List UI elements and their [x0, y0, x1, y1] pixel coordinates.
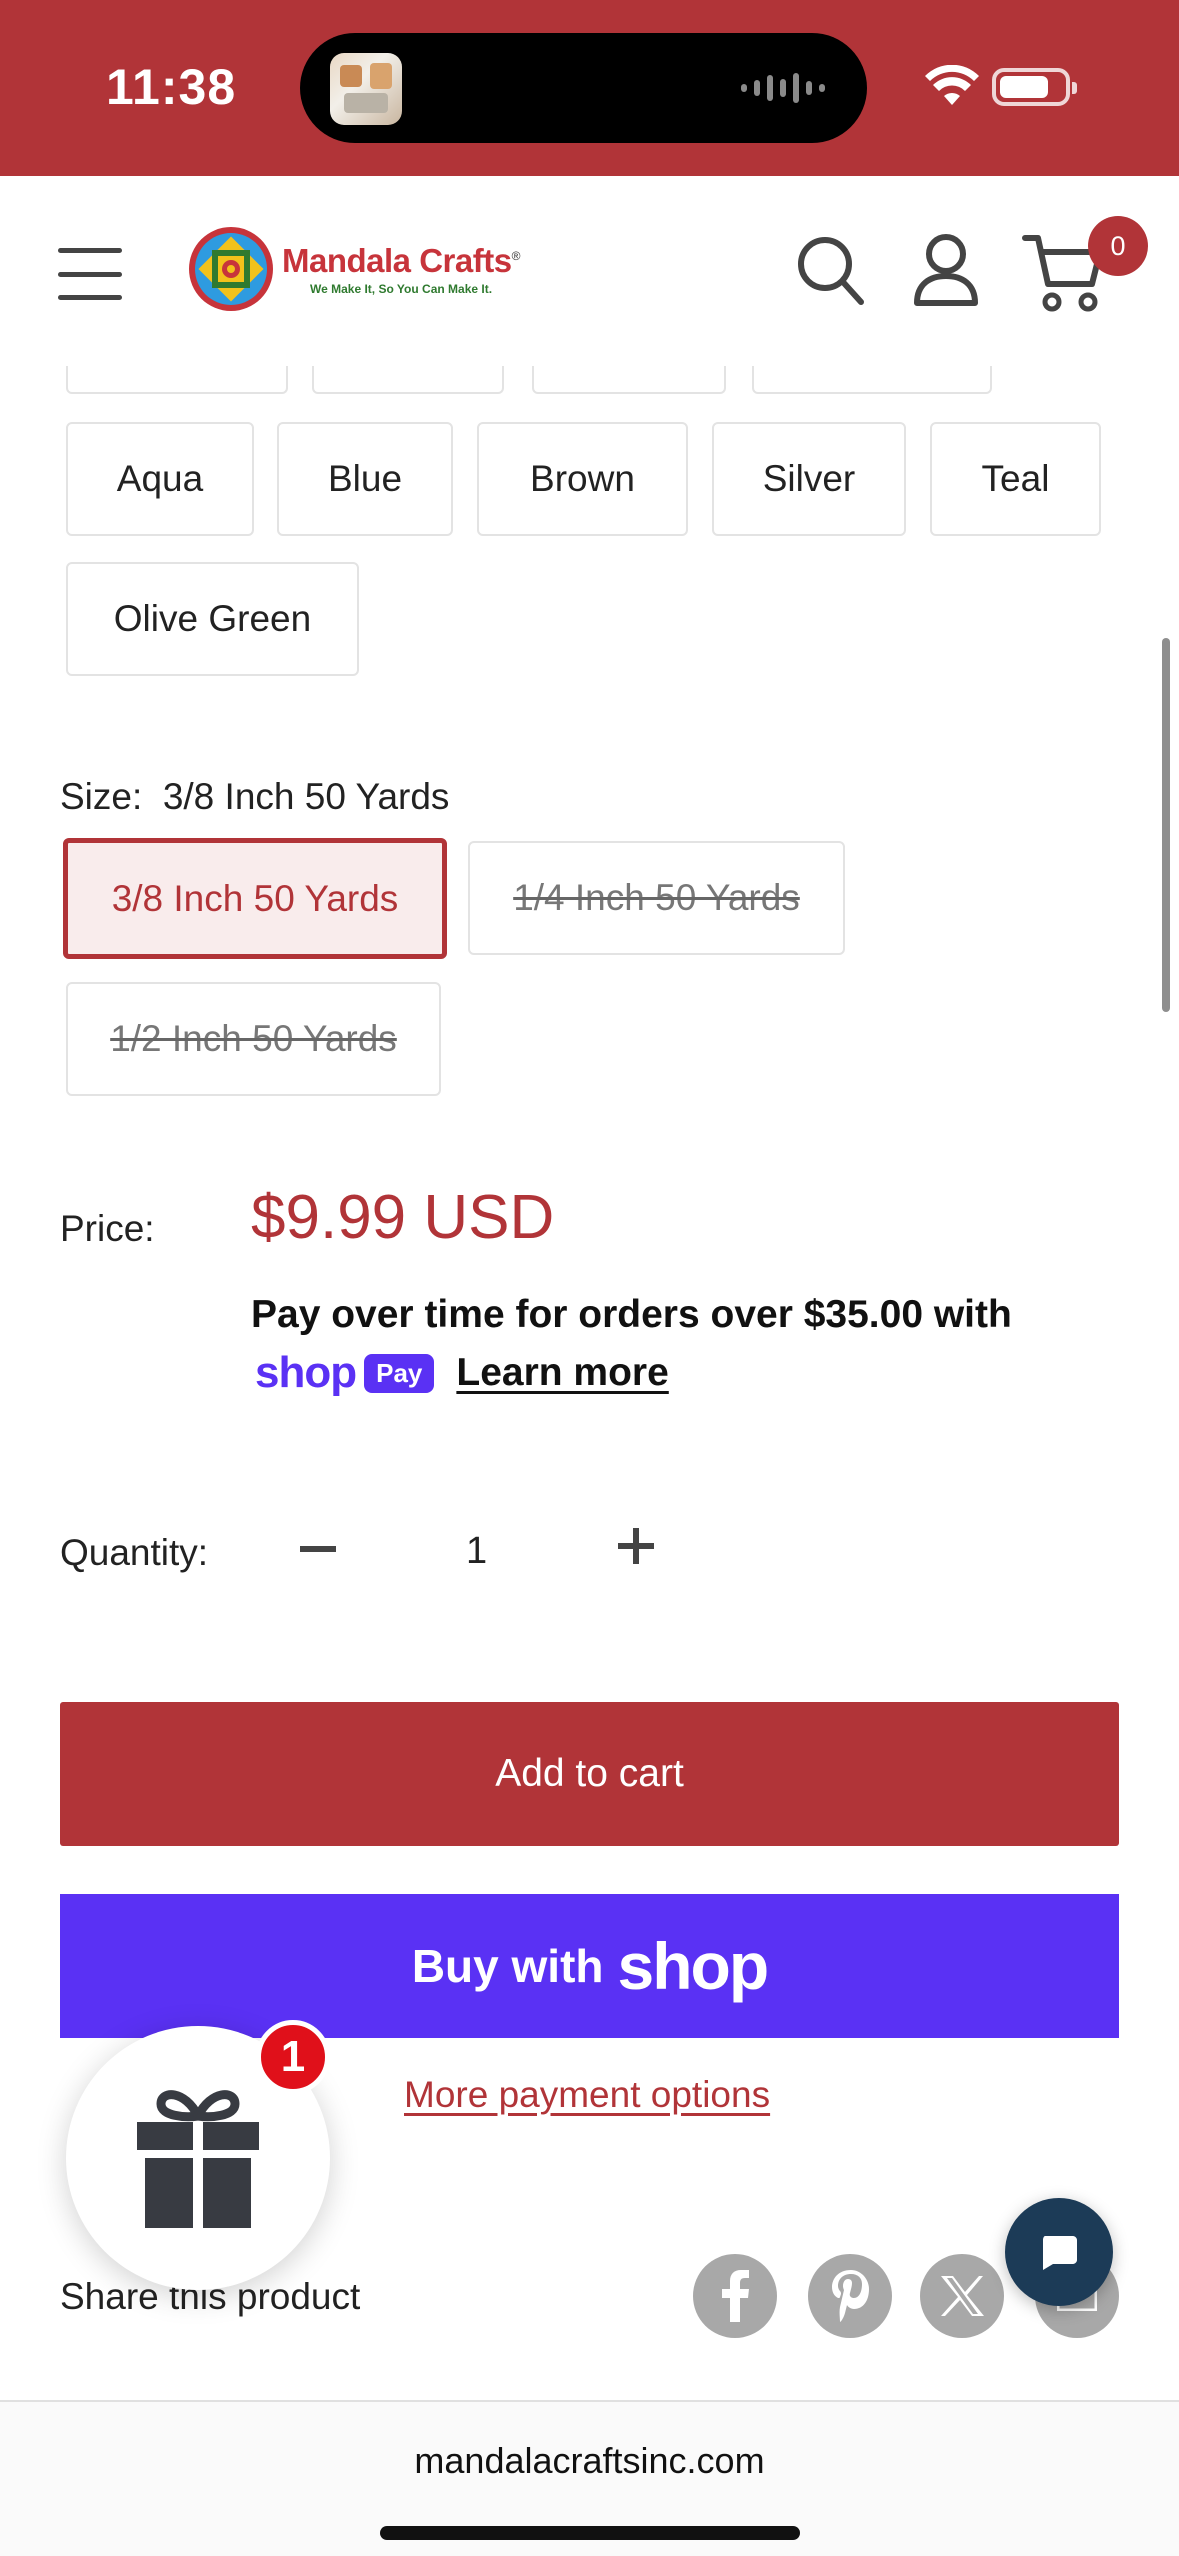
- color-option-partial[interactable]: [752, 366, 992, 394]
- minus-icon[interactable]: [300, 1546, 336, 1552]
- buy-with-label: Buy with: [411, 1940, 604, 1992]
- add-to-cart-button[interactable]: Add to cart: [60, 1702, 1119, 1846]
- color-option-partial[interactable]: [312, 366, 504, 394]
- learn-more-link[interactable]: Learn more: [456, 1351, 668, 1395]
- gift-icon: [137, 2090, 259, 2228]
- size-label: Size: 3/8 Inch 50 Yards: [60, 776, 450, 817]
- page-scrollbar[interactable]: [1162, 638, 1170, 1012]
- more-payment-options-link[interactable]: More payment options: [404, 2074, 770, 2116]
- shop-logo: shop: [617, 1929, 770, 2003]
- site-header: Mandala Crafts® We Make It, So You Can M…: [0, 176, 1179, 366]
- mandala-logo-icon: [189, 227, 273, 311]
- color-option-brown[interactable]: Brown: [477, 422, 688, 536]
- size-selected-value: 3/8 Inch 50 Yards: [162, 776, 450, 817]
- browser-url-bar[interactable]: mandalacraftsinc.com: [0, 2400, 1179, 2556]
- shop-pay-logo: shop: [255, 1348, 357, 1397]
- size-option-3-8-inch[interactable]: 3/8 Inch 50 Yards: [63, 838, 447, 959]
- home-indicator[interactable]: [380, 2526, 800, 2540]
- quantity-input[interactable]: 1: [466, 1530, 487, 1573]
- facebook-icon[interactable]: [693, 2254, 777, 2338]
- url-text[interactable]: mandalacraftsinc.com: [0, 2440, 1179, 2482]
- battery-icon: [992, 68, 1077, 106]
- x-icon[interactable]: [920, 2254, 1004, 2338]
- pinterest-icon[interactable]: [808, 2254, 892, 2338]
- color-option-teal[interactable]: Teal: [930, 422, 1101, 536]
- account-icon[interactable]: [912, 232, 980, 306]
- color-option-silver[interactable]: Silver: [712, 422, 906, 536]
- price-value: $9.99 USD: [251, 1183, 555, 1252]
- menu-icon[interactable]: [58, 248, 122, 300]
- color-option-partial[interactable]: [532, 366, 726, 394]
- shop-pay-chip: Pay: [364, 1353, 435, 1393]
- shop-pay-installments: shop Pay Learn more: [255, 1348, 669, 1398]
- now-playing-app-icon: [330, 53, 402, 125]
- size-option-1-4-inch[interactable]: 1/4 Inch 50 Yards: [468, 841, 845, 955]
- logo-tagline: We Make It, So You Can Make It.: [310, 282, 493, 296]
- chat-bubble-icon: [1043, 2236, 1077, 2270]
- site-logo[interactable]: Mandala Crafts® We Make It, So You Can M…: [188, 226, 520, 312]
- price-label: Price:: [60, 1208, 155, 1249]
- color-option-partial[interactable]: [66, 366, 288, 394]
- size-option-1-2-inch[interactable]: 1/2 Inch 50 Yards: [66, 982, 441, 1096]
- chat-button[interactable]: [1005, 2198, 1113, 2306]
- cart-count-badge[interactable]: 0: [1088, 216, 1148, 276]
- status-bar: 11:38: [0, 0, 1179, 176]
- plus-icon[interactable]: [618, 1528, 654, 1564]
- quantity-label: Quantity:: [60, 1532, 209, 1573]
- gift-count-badge: 1: [256, 2020, 330, 2094]
- logo-title: Mandala Crafts®: [282, 242, 520, 279]
- color-option-aqua[interactable]: Aqua: [66, 422, 254, 536]
- wifi-icon: [925, 65, 979, 105]
- installments-text: Pay over time for orders over $35.00 wit…: [251, 1293, 1012, 1336]
- buy-with-shop-button[interactable]: Buy with shop: [60, 1894, 1119, 2038]
- status-time: 11:38: [106, 59, 237, 115]
- color-option-blue[interactable]: Blue: [277, 422, 453, 536]
- dynamic-island: [300, 33, 867, 143]
- color-option-olive-green[interactable]: Olive Green: [66, 562, 359, 676]
- search-icon[interactable]: [795, 234, 865, 306]
- audio-wave-icon: [741, 71, 825, 105]
